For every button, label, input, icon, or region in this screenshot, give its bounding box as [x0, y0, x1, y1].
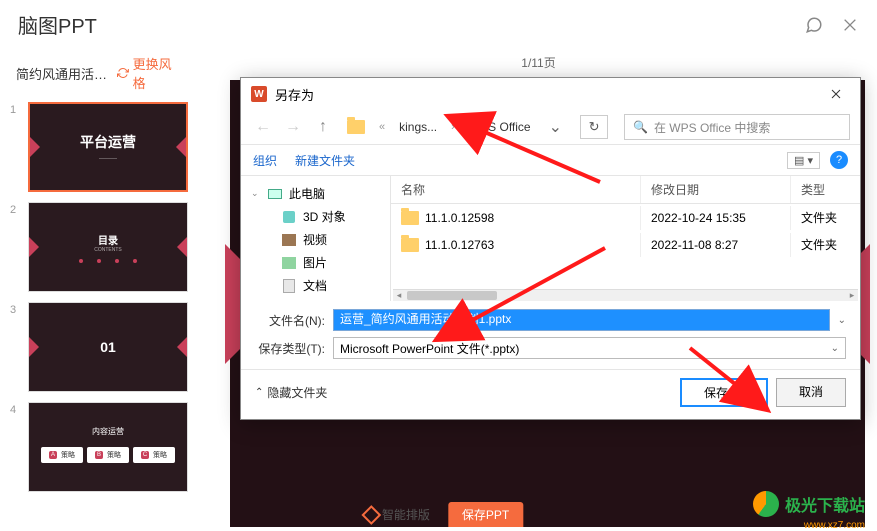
- refresh-button[interactable]: ↻: [580, 115, 608, 139]
- file-row[interactable]: 11.1.0.12763 2022-11-08 8:27 文件夹: [391, 231, 860, 258]
- document-title: 简约风通用活动...: [16, 64, 117, 83]
- folder-tree: ⌄此电脑 3D 对象 视频 图片 文档: [241, 176, 391, 301]
- thumbnail-sidebar: 简约风通用活动... 更换风格 1 平台运营 ——— 2 目录 CONTENTS: [0, 50, 200, 502]
- filename-input[interactable]: 运营_简约风通用活动策划1.pptx: [333, 309, 830, 331]
- search-icon: 🔍: [633, 120, 648, 134]
- view-mode-button[interactable]: ▤ ▾: [787, 152, 820, 169]
- breadcrumb-item[interactable]: WPS Office: [463, 118, 537, 136]
- watermark-logo-icon: [753, 491, 779, 517]
- diamond-icon: [361, 505, 381, 525]
- watermark-url: www.xz7.com: [804, 520, 865, 531]
- tree-pictures[interactable]: 图片: [245, 251, 386, 274]
- change-style-button[interactable]: 更换风格: [117, 54, 184, 92]
- feedback-icon[interactable]: [805, 16, 823, 34]
- slide-thumbnail[interactable]: 内容运营 AA 策略策略 B策略 C策略: [28, 402, 188, 492]
- organize-button[interactable]: 组织: [253, 152, 277, 169]
- dialog-titlebar: W 另存为: [241, 78, 860, 110]
- new-folder-button[interactable]: 新建文件夹: [295, 152, 355, 169]
- dialog-close-button[interactable]: [822, 84, 850, 104]
- column-type[interactable]: 类型: [791, 176, 860, 203]
- breadcrumb-dropdown[interactable]: ⌄: [543, 117, 568, 137]
- slide-thumbnail[interactable]: 01: [28, 302, 188, 392]
- column-date[interactable]: 修改日期: [641, 176, 791, 203]
- app-header: 脑图PPT: [0, 0, 877, 53]
- close-icon[interactable]: [841, 16, 859, 34]
- nav-up-button[interactable]: ↑: [311, 115, 335, 139]
- page-counter: 1/11页: [200, 50, 877, 75]
- folder-icon: [401, 211, 419, 225]
- save-button[interactable]: 保存(S): [680, 378, 768, 407]
- dialog-toolbar: 组织 新建文件夹 ▤ ▾ ?: [241, 144, 860, 176]
- tree-videos[interactable]: 视频: [245, 228, 386, 251]
- filename-label: 文件名(N):: [255, 312, 325, 329]
- cancel-button[interactable]: 取消: [776, 378, 846, 407]
- dialog-title: 另存为: [275, 85, 314, 104]
- save-ppt-button[interactable]: 保存PPT: [448, 502, 523, 527]
- thumb-row-2[interactable]: 2 目录 CONTENTS: [10, 202, 190, 292]
- search-input[interactable]: 🔍 在 WPS Office 中搜索: [624, 114, 850, 140]
- filetype-label: 保存类型(T):: [255, 340, 325, 357]
- thumb-row-3[interactable]: 3 01: [10, 302, 190, 392]
- tree-documents[interactable]: 文档: [245, 274, 386, 297]
- tree-this-pc[interactable]: ⌄此电脑: [245, 182, 386, 205]
- slide-thumbnail[interactable]: 目录 CONTENTS: [28, 202, 188, 292]
- hide-folders-toggle[interactable]: ⌃ 隐藏文件夹: [255, 384, 327, 401]
- horizontal-scrollbar[interactable]: ◂▸: [393, 289, 858, 301]
- column-name[interactable]: 名称: [391, 176, 641, 203]
- nav-forward-button[interactable]: →: [281, 115, 305, 139]
- thumb-row-1[interactable]: 1 平台运营 ———: [10, 102, 190, 192]
- breadcrumb-root[interactable]: [341, 118, 371, 136]
- thumb-row-4[interactable]: 4 内容运营 AA 策略策略 B策略 C策略: [10, 402, 190, 492]
- watermark: 极光下载站: [753, 491, 865, 517]
- save-as-dialog: W 另存为 ← → ↑ « kings... › WPS Office ⌄ ↻ …: [240, 77, 861, 420]
- tree-3d-objects[interactable]: 3D 对象: [245, 205, 386, 228]
- app-title: 脑图PPT: [18, 10, 97, 39]
- file-row[interactable]: 11.1.0.12598 2022-10-24 15:35 文件夹: [391, 204, 860, 231]
- filename-dropdown[interactable]: ⌄: [838, 315, 846, 326]
- nav-back-button[interactable]: ←: [251, 115, 275, 139]
- smart-layout-button[interactable]: 智能排版: [354, 503, 440, 526]
- folder-icon: [401, 238, 419, 252]
- slide-thumbnail[interactable]: 平台运营 ———: [28, 102, 188, 192]
- help-button[interactable]: ?: [830, 151, 848, 169]
- breadcrumb-item[interactable]: kings...: [393, 118, 443, 136]
- dialog-nav: ← → ↑ « kings... › WPS Office ⌄ ↻ 🔍 在 WP…: [241, 110, 860, 144]
- bottom-toolbar: 智能排版 保存PPT: [354, 502, 523, 527]
- file-list-header: 名称 修改日期 类型: [391, 176, 860, 204]
- filetype-select[interactable]: Microsoft PowerPoint 文件(*.pptx) ⌄: [333, 337, 846, 359]
- wps-logo-icon: W: [251, 86, 267, 102]
- file-list: 名称 修改日期 类型 11.1.0.12598 2022-10-24 15:35…: [391, 176, 860, 301]
